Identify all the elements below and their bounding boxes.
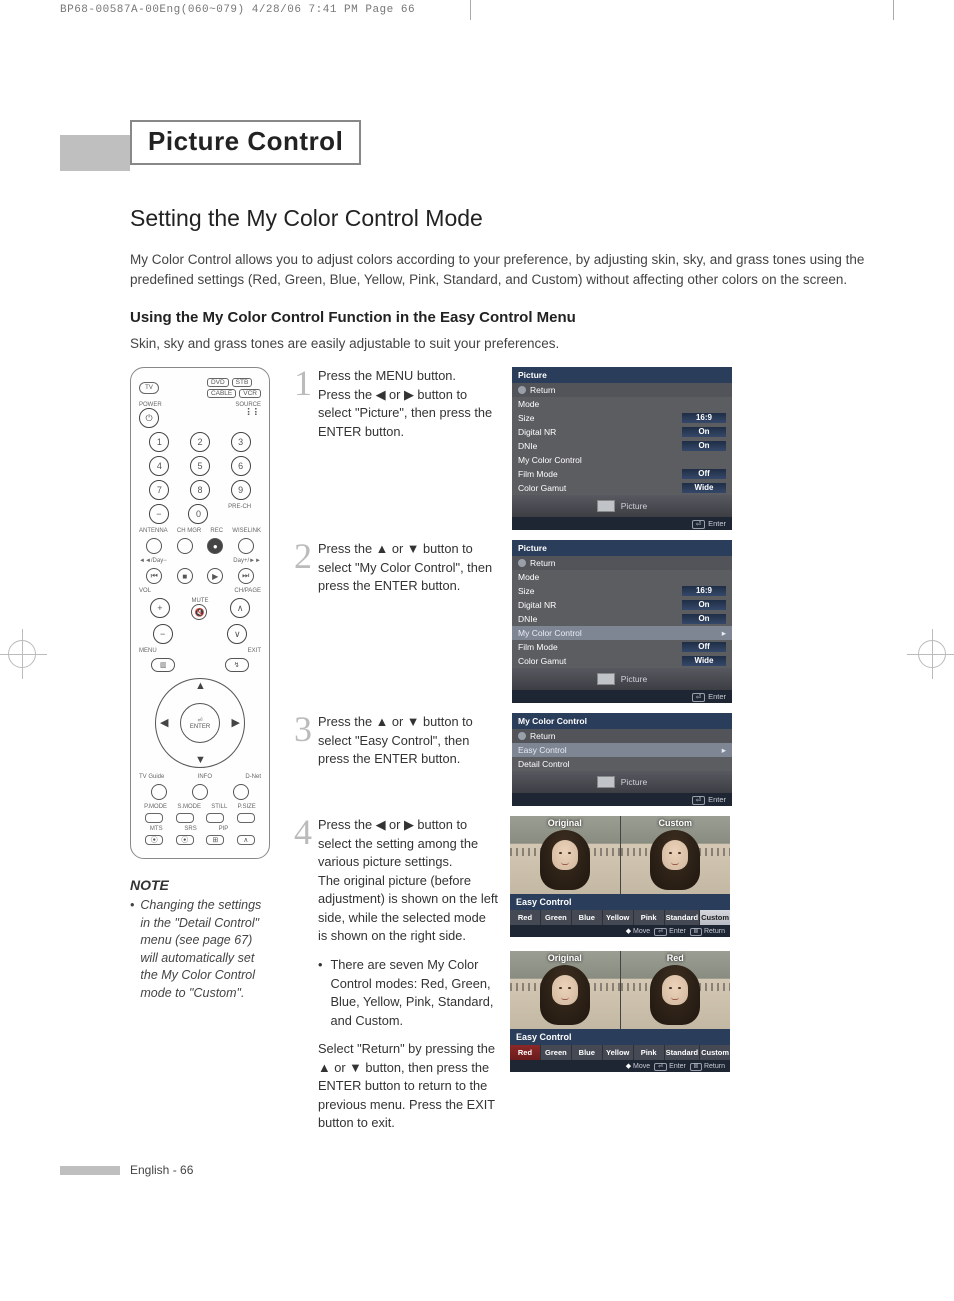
step-text-3: Press the ▲ or ▼ button to select "Easy …: [318, 713, 498, 806]
footer-bar: [60, 1166, 120, 1175]
step-number-3: 3: [288, 713, 312, 806]
note-text: Changing the settings in the "Detail Con…: [140, 897, 270, 1002]
note-block: NOTE • Changing the settings in the "Det…: [130, 877, 270, 1002]
step-4-after: Select "Return" by pressing the ▲ or ▼ b…: [318, 1040, 498, 1133]
sub-text: Skin, sky and grass tones are easily adj…: [130, 336, 894, 351]
chapter-title: Picture Control: [148, 126, 343, 157]
osd-picture-menu-2: Picture Return Mode Size16:9 Digital NRO…: [512, 540, 732, 703]
dash-button: −: [149, 504, 169, 524]
power-icon: ⏻: [139, 408, 159, 428]
step-text-4: Press the ◀ or ▶ button to select the se…: [318, 816, 498, 946]
page-heading: Setting the My Color Control Mode: [130, 205, 894, 232]
note-heading: NOTE: [130, 877, 270, 893]
sub-heading: Using the My Color Control Function in t…: [130, 309, 894, 326]
step-4-bullet: There are seven My Color Control modes: …: [330, 956, 498, 1030]
remote-tv-button: TV: [139, 382, 159, 394]
page-footer: English - 66: [130, 1163, 894, 1177]
step-text-1: Press the MENU button.Press the ◀ or ▶ b…: [318, 367, 498, 530]
step-number-1: 1: [288, 367, 312, 530]
easy-control-preview-custom: Original Custom Easy Control Red Green: [510, 816, 730, 937]
step-number-2: 2: [288, 540, 312, 703]
section-tab: [60, 135, 130, 171]
step-text-2: Press the ▲ or ▼ button to select "My Co…: [318, 540, 498, 703]
osd-picture-menu-1: Picture Return Mode Size16:9 Digital NRO…: [512, 367, 732, 530]
intro-paragraph: My Color Control allows you to adjust co…: [130, 250, 894, 289]
step-number-4: 4: [288, 816, 312, 1133]
chapter-title-box: Picture Control: [130, 120, 361, 165]
osd-my-color-control-menu: My Color Control Return Easy Control▸ De…: [512, 713, 732, 806]
easy-control-preview-red: Original Red Easy Control Red Green: [510, 951, 730, 1072]
crop-header-text: BP68-00587A-00Eng(060~079) 4/28/06 7:41 …: [60, 4, 415, 16]
remote-control-illustration: TV DVD STB CABLE VCR POWER: [130, 367, 270, 859]
